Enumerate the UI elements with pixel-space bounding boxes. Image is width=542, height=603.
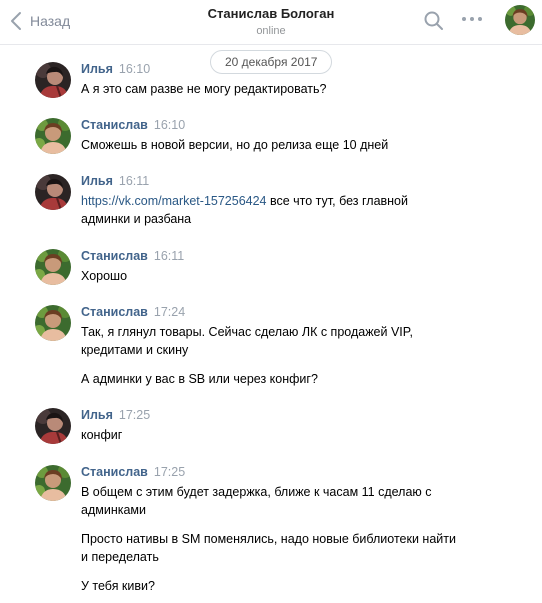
avatar[interactable] <box>35 62 71 98</box>
message-text: Сможешь в новой версии, но до релиза еще… <box>81 138 389 152</box>
message-time[interactable]: 17:25 <box>119 408 150 422</box>
message-time[interactable]: 16:10 <box>119 62 150 76</box>
message-author[interactable]: Илья <box>81 62 113 76</box>
more-button[interactable] <box>462 17 482 21</box>
message-author[interactable]: Станислав <box>81 118 148 132</box>
avatar[interactable] <box>35 118 71 154</box>
chat-avatar[interactable] <box>505 5 535 35</box>
message-text: А я это сам разве не могу редактировать? <box>81 82 327 96</box>
message-text: Хорошо <box>81 269 128 283</box>
message-text: конфиг <box>81 428 123 442</box>
message-text: А админки у вас в SB или через конфиг? <box>81 372 318 386</box>
message-author[interactable]: Илья <box>81 174 113 188</box>
message-text: У тебя киви? <box>81 579 155 593</box>
more-dot <box>478 17 482 21</box>
message-author[interactable]: Станислав <box>81 249 148 263</box>
search-button[interactable] <box>424 11 444 36</box>
avatar[interactable] <box>35 174 71 210</box>
message-time[interactable]: 16:11 <box>119 174 149 188</box>
online-status: online <box>256 25 286 37</box>
more-dot <box>470 17 474 21</box>
avatar-image <box>505 5 535 35</box>
message-time[interactable]: 16:10 <box>154 118 185 132</box>
message-time[interactable]: 17:24 <box>154 305 185 319</box>
message-text: Так, я глянул товары. Сейчас сделаю ЛК с… <box>81 325 413 357</box>
more-dots-icon <box>462 17 466 21</box>
chat-title-block: Станислав Бологан online <box>0 6 542 37</box>
message-time[interactable]: 17:25 <box>154 465 185 479</box>
chat-header: Назад Станислав Бологан online <box>0 0 542 45</box>
chat-title[interactable]: Станислав Бологан <box>0 6 542 21</box>
message-text: В общем с этим будет задержка, ближе к ч… <box>81 485 432 517</box>
message-time[interactable]: 16:11 <box>154 249 184 263</box>
avatar[interactable] <box>35 249 71 285</box>
message-author[interactable]: Илья <box>81 408 113 422</box>
search-icon <box>424 11 443 30</box>
avatar[interactable] <box>35 305 71 341</box>
message-link[interactable]: https://vk.com/market-157256424 <box>81 194 267 208</box>
message-text: Просто нативы в SM поменялись, надо новы… <box>81 532 456 564</box>
avatar[interactable] <box>35 408 71 444</box>
avatar[interactable] <box>35 465 71 501</box>
message-author[interactable]: Станислав <box>81 305 148 319</box>
message-author[interactable]: Станислав <box>81 465 148 479</box>
